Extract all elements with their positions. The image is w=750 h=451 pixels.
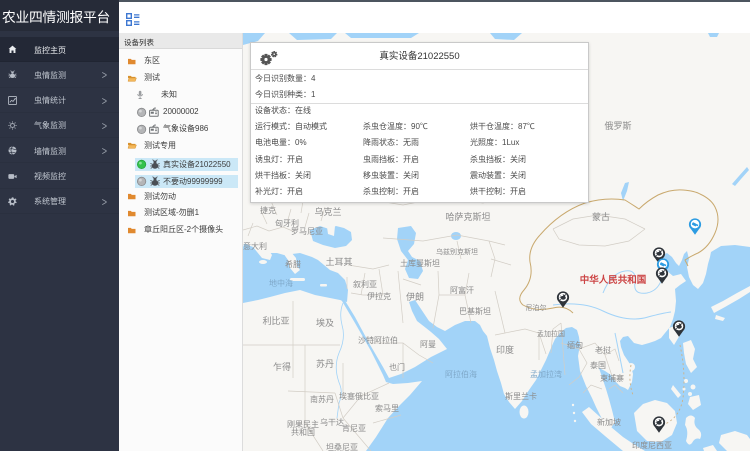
svg-text:坦桑尼亚: 坦桑尼亚: [326, 442, 358, 451]
svg-text:利比亚: 利比亚: [262, 315, 289, 326]
svg-text:肯尼亚: 肯尼亚: [342, 423, 366, 433]
svg-text:叙利亚: 叙利亚: [353, 279, 377, 289]
svg-text:意大利: 意大利: [243, 241, 267, 251]
svg-text:尼泊尔: 尼泊尔: [526, 303, 547, 312]
svg-text:埃塞俄比亚: 埃塞俄比亚: [339, 391, 379, 401]
svg-text:捷克: 捷克: [260, 205, 276, 215]
svg-text:巴基斯坦: 巴基斯坦: [459, 306, 491, 316]
svg-text:孟加拉湾: 孟加拉湾: [530, 369, 562, 379]
svg-text:土库曼斯坦: 土库曼斯坦: [400, 258, 440, 268]
svg-text:乌兹别克斯坦: 乌兹别克斯坦: [436, 247, 478, 256]
svg-text:孟加拉国: 孟加拉国: [537, 329, 565, 338]
svg-text:新加坡: 新加坡: [597, 417, 621, 427]
svg-text:南苏丹: 南苏丹: [310, 394, 334, 404]
svg-text:蒙古: 蒙古: [592, 211, 610, 222]
svg-text:土耳其: 土耳其: [325, 256, 352, 267]
svg-text:希腊: 希腊: [285, 259, 301, 269]
svg-text:地中海: 地中海: [269, 278, 293, 288]
svg-text:斯里兰卡: 斯里兰卡: [505, 391, 537, 401]
svg-text:阿曼: 阿曼: [420, 340, 436, 349]
svg-text:埃及: 埃及: [316, 317, 334, 328]
svg-text:伊朗: 伊朗: [406, 291, 424, 302]
svg-text:印度: 印度: [496, 344, 514, 355]
svg-text:印度尼西亚: 印度尼西亚: [632, 440, 672, 450]
svg-text:索马里: 索马里: [375, 403, 399, 413]
svg-text:哈萨克斯坦: 哈萨克斯坦: [445, 211, 490, 222]
svg-text:泰国: 泰国: [590, 360, 606, 370]
svg-text:也门: 也门: [389, 362, 405, 372]
svg-text:中华人民共和国: 中华人民共和国: [580, 274, 647, 286]
svg-text:乌克兰: 乌克兰: [314, 206, 341, 217]
svg-text:俄罗斯: 俄罗斯: [604, 120, 631, 131]
svg-text:苏丹: 苏丹: [316, 358, 334, 369]
svg-text:罗马尼亚: 罗马尼亚: [291, 227, 323, 236]
svg-text:柬埔寨: 柬埔寨: [600, 373, 624, 383]
svg-text:共和国: 共和国: [291, 428, 315, 437]
svg-text:伊拉克: 伊拉克: [367, 291, 391, 301]
svg-text:乍得: 乍得: [273, 361, 291, 372]
svg-text:老挝: 老挝: [595, 345, 611, 355]
svg-text:缅甸: 缅甸: [567, 340, 583, 350]
svg-text:沙特阿拉伯: 沙特阿拉伯: [358, 335, 398, 345]
svg-text:阿拉伯海: 阿拉伯海: [445, 369, 477, 379]
svg-text:阿富汗: 阿富汗: [450, 285, 474, 295]
svg-text:乌干达: 乌干达: [320, 417, 344, 427]
